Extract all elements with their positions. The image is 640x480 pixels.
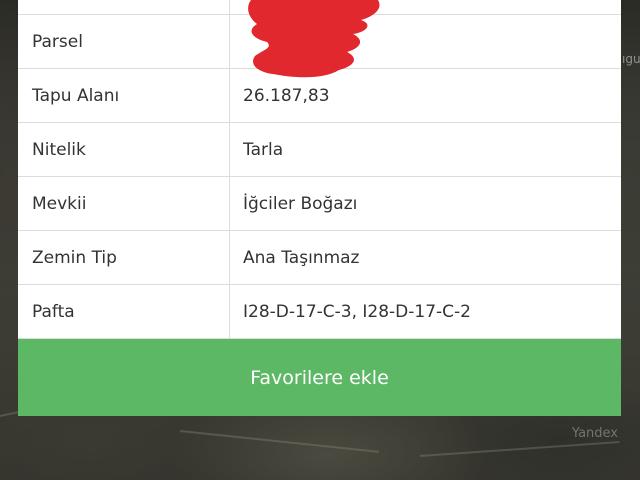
yandex-watermark: Yandex (571, 426, 618, 441)
parcel-details-panel: Parsel Tapu Alanı 26.187,83 Nitelik Tarl… (18, 0, 621, 416)
table-row-zemin-tip: Zemin Tip Ana Taşınmaz (18, 231, 621, 285)
row-label: Tapu Alanı (18, 69, 230, 122)
row-value: Tarla (243, 139, 284, 160)
row-label: Parsel (18, 15, 230, 68)
map-road (419, 441, 620, 457)
row-label (18, 0, 230, 14)
row-label: Nitelik (18, 123, 230, 176)
redaction-mark (248, 0, 380, 78)
row-value: Ana Taşınmaz (243, 247, 360, 268)
row-value: I28-D-17-C-3, I28-D-17-C-2 (243, 301, 471, 322)
row-label: Mevkii (18, 177, 230, 230)
add-to-favorites-button[interactable]: Favorilere ekle (18, 339, 621, 416)
row-label: Pafta (18, 285, 230, 338)
table-row-mevkii: Mevkii İğciler Boğazı (18, 177, 621, 231)
table-row-nitelik: Nitelik Tarla (18, 123, 621, 177)
row-label: Zemin Tip (18, 231, 230, 284)
table-row-pafta: Pafta I28-D-17-C-3, I28-D-17-C-2 (18, 285, 621, 339)
redaction-scribble (248, 0, 380, 78)
map-place-label: ıgu (622, 52, 640, 66)
row-value: İğciler Boğazı (243, 193, 358, 214)
map-road (179, 430, 380, 453)
